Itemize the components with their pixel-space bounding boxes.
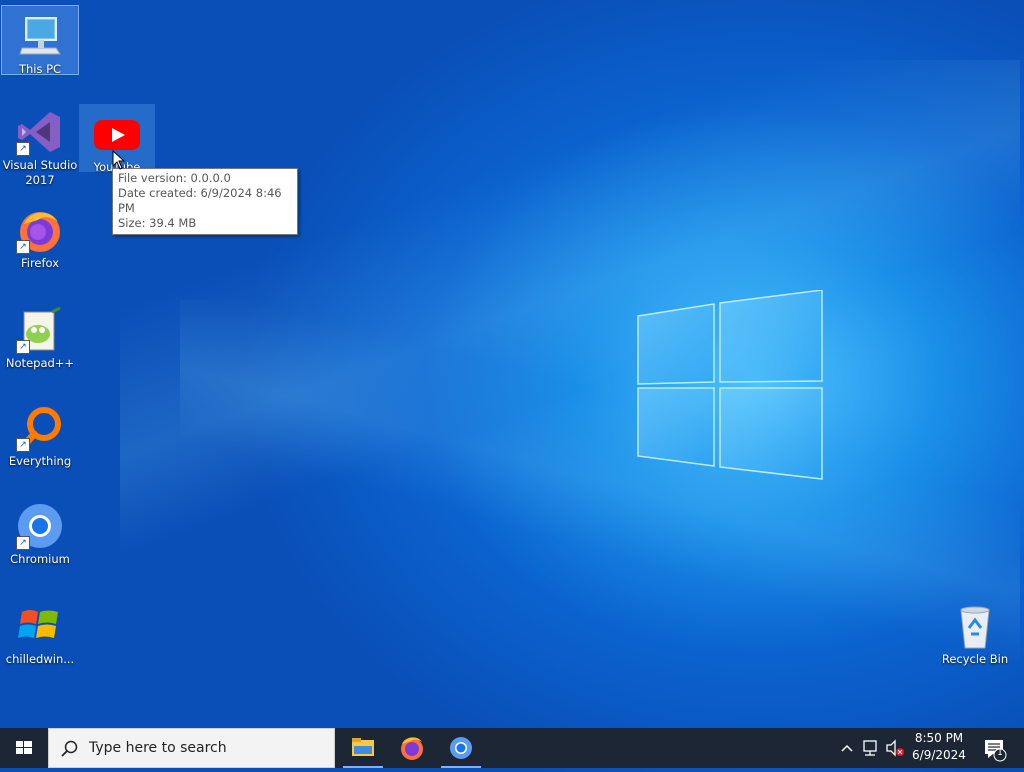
icon-label: Recycle Bin (941, 652, 1009, 666)
desktop-icon-firefox[interactable]: ↗ Firefox (2, 200, 78, 272)
notepad-plus-plus-icon: ↗ (16, 306, 64, 354)
desktop-icon-everything[interactable]: ↗ Everything (2, 398, 78, 470)
firefox-icon: ↗ (16, 206, 64, 254)
visual-studio-icon: ↗ (16, 108, 64, 156)
icon-label: Visual Studio 2017 (2, 158, 78, 187)
taskbar-chromium[interactable] (437, 728, 485, 768)
tooltip-date-created: Date created: 6/9/2024 8:46 PM (118, 186, 282, 215)
taskbar-firefox[interactable] (388, 728, 436, 768)
desktop-icon-this-pc[interactable]: This PC (1, 5, 79, 76)
firefox-icon (401, 737, 423, 760)
file-explorer-icon (352, 738, 374, 756)
icon-label: Chromium (10, 552, 70, 566)
everything-search-icon: ↗ (16, 404, 64, 452)
desktop-icon-visual-studio[interactable]: ↗ Visual Studio 2017 (2, 102, 78, 188)
chromium-icon: ↗ (16, 502, 64, 550)
icon-label: Everything (8, 454, 72, 468)
icon-label: chilledwin... (5, 652, 75, 666)
taskbar-file-explorer[interactable] (339, 728, 387, 768)
icon-label: Notepad++ (5, 356, 75, 370)
notification-count: 1 (997, 748, 1003, 758)
action-center-button[interactable]: 1 (980, 728, 1010, 768)
system-clock[interactable]: 8:50 PM 6/9/2024 (906, 730, 972, 764)
tooltip-size: Size: 39.4 MB (118, 216, 197, 230)
desktop-icon-chilledwindows[interactable]: chilledwin... (2, 596, 78, 668)
desktop-icon-chromium[interactable]: ↗ Chromium (2, 496, 78, 568)
file-info-tooltip: File version: 0.0.0.0 Date created: 6/9/… (112, 168, 298, 235)
icon-label: This PC (18, 62, 62, 76)
desktop-icon-recycle-bin[interactable]: Recycle Bin (937, 596, 1013, 668)
search-placeholder: Type here to search (89, 740, 227, 756)
windows-wallpaper-logo (637, 290, 823, 480)
search-icon (61, 740, 78, 757)
icon-label: Firefox (20, 256, 60, 270)
volume-muted-icon[interactable] (884, 728, 906, 768)
taskbar-search-box[interactable]: Type here to search (48, 728, 335, 768)
taskbar: Type here to search 8:50 PM 6/9/2024 1 (0, 728, 1024, 768)
windows-flag-icon (16, 602, 64, 650)
mouse-cursor-icon (112, 150, 126, 170)
start-button[interactable] (0, 728, 48, 768)
this-pc-icon (16, 12, 64, 60)
network-icon[interactable] (860, 728, 880, 768)
tooltip-file-version: File version: 0.0.0.0 (118, 171, 231, 185)
recycle-bin-icon (951, 602, 999, 650)
clock-date: 6/9/2024 (912, 748, 966, 762)
notification-icon (985, 740, 1007, 762)
show-hidden-icons-chevron-icon[interactable] (838, 728, 856, 768)
chromium-icon (450, 737, 472, 759)
desktop-icon-notepad-plus-plus[interactable]: ↗ Notepad++ (2, 300, 78, 372)
clock-time: 8:50 PM (914, 731, 964, 745)
windows-start-icon (16, 741, 32, 754)
